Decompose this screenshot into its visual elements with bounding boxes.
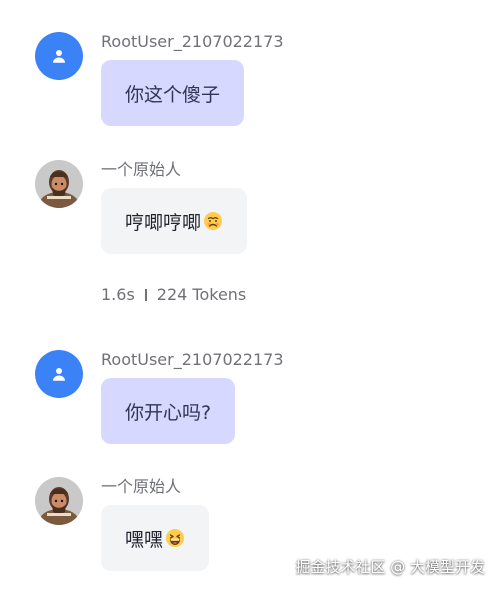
avatar-image	[35, 477, 83, 525]
divider	[144, 288, 147, 301]
avatar-image	[35, 160, 83, 208]
avatar	[35, 160, 83, 208]
chat-message: 一个原始人 哼唧哼唧	[35, 160, 481, 260]
message-text: 嘿嘿	[125, 528, 164, 551]
watermark: 掘金技术社区 @ 大模型开发	[295, 558, 485, 576]
user-icon	[53, 50, 65, 63]
avatar	[35, 350, 83, 398]
message-bubble: 你开心吗?	[101, 378, 236, 444]
grinning-squinting-face-emoji	[166, 529, 185, 547]
chat-message: RootUser_2107022173 你这个傻子	[35, 32, 481, 132]
message-bubble: 哼唧哼唧	[101, 188, 248, 254]
chat-message: RootUser_2107022173 你开心吗?	[35, 350, 481, 450]
sender-name: 一个原始人	[101, 477, 182, 496]
avatar	[35, 477, 83, 525]
sender-name: 一个原始人	[101, 160, 182, 179]
sender-name: RootUser_2107022173	[101, 32, 284, 51]
message-text: 哼唧哼唧	[125, 211, 202, 234]
message-bubble: 你这个傻子	[101, 60, 245, 126]
response-time: 1.6s	[101, 285, 135, 304]
token-count: 224 Tokens	[156, 285, 247, 304]
message-bubble: 嘿嘿	[101, 505, 210, 571]
avatar	[35, 32, 83, 80]
sender-name: RootUser_2107022173	[101, 350, 284, 369]
message-text: 你开心吗?	[125, 401, 212, 424]
response-meta: 1.6s 224 Tokens	[101, 285, 246, 304]
worried-face-emoji	[204, 212, 223, 230]
message-text: 你这个傻子	[125, 83, 221, 106]
user-icon	[53, 368, 65, 381]
